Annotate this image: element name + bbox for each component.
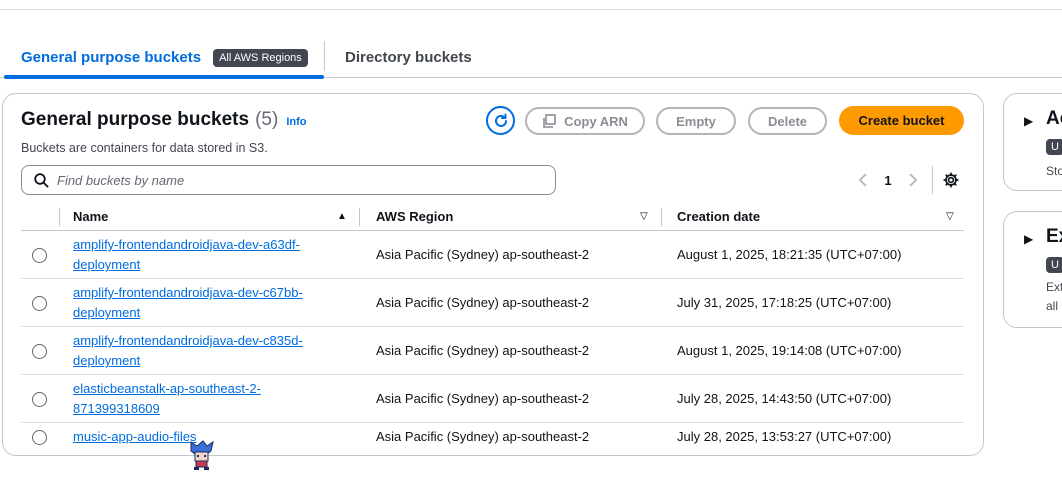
tab-directory-buckets[interactable]: Directory buckets xyxy=(345,38,472,77)
refresh-icon xyxy=(494,113,507,127)
sort-ascending-icon[interactable]: ▲ xyxy=(337,211,347,222)
create-bucket-button[interactable]: Create bucket xyxy=(839,106,964,135)
gear-icon xyxy=(943,172,959,188)
row-select-radio[interactable] xyxy=(32,392,47,407)
expand-caret-icon[interactable]: ▶ xyxy=(1024,114,1033,128)
previous-page-button[interactable] xyxy=(853,170,873,190)
table-row[interactable]: amplify-frontendandroidjava-dev-c835d-de… xyxy=(21,327,964,375)
table-header: Name ▲ AWS Region ▽ Creation date ▽ xyxy=(21,205,964,231)
column-divider xyxy=(661,208,662,226)
bucket-region: Asia Pacific (Sydney) ap-southeast-2 xyxy=(376,295,590,310)
panel-description: Buckets are containers for data stored i… xyxy=(21,141,268,155)
column-header-name[interactable]: Name xyxy=(73,209,108,224)
refresh-button[interactable] xyxy=(486,106,515,135)
all-regions-badge: All AWS Regions xyxy=(213,48,308,67)
active-tab-indicator xyxy=(4,75,324,79)
row-select-radio[interactable] xyxy=(32,248,47,263)
tab-general-purpose-buckets[interactable]: General purpose buckets All AWS Regions xyxy=(4,38,324,79)
column-divider xyxy=(359,208,360,226)
copy-arn-button[interactable]: Copy ARN xyxy=(525,107,645,135)
mouse-cursor-icon xyxy=(190,440,214,470)
tab-label: General purpose buckets xyxy=(21,49,202,66)
buckets-panel: General purpose buckets (5) Info Buckets… xyxy=(2,93,984,456)
bucket-count: (5) xyxy=(255,109,279,130)
side-panel-badge: U xyxy=(1046,139,1062,155)
panel-header: General purpose buckets (5) Info xyxy=(21,109,306,131)
row-select-radio[interactable] xyxy=(32,430,47,445)
side-panel-badge: U xyxy=(1046,257,1062,273)
chevron-right-icon xyxy=(909,173,918,187)
side-panel-external: ▶ Ex U Ext all xyxy=(1003,211,1062,328)
table-row[interactable]: amplify-frontendandroidjava-dev-a63df-de… xyxy=(21,231,964,279)
bucket-region: Asia Pacific (Sydney) ap-southeast-2 xyxy=(376,343,590,358)
bucket-name-link[interactable]: amplify-frontendandroidjava-dev-c835d-de… xyxy=(73,331,333,371)
side-panel-title[interactable]: Ex xyxy=(1046,226,1062,248)
row-select-radio[interactable] xyxy=(32,296,47,311)
side-panel-text: Ext xyxy=(1046,280,1062,294)
bucket-creation-date: July 31, 2025, 17:18:25 (UTC+07:00) xyxy=(677,295,892,310)
search-input[interactable] xyxy=(57,172,537,188)
bucket-name-link[interactable]: amplify-frontendandroidjava-dev-a63df-de… xyxy=(73,235,333,275)
info-link[interactable]: Info xyxy=(286,116,306,128)
sort-icon[interactable]: ▽ xyxy=(640,211,648,222)
bucket-type-tabs: General purpose buckets All AWS Regions … xyxy=(0,38,1062,79)
column-header-date[interactable]: Creation date xyxy=(677,209,760,224)
next-page-button[interactable] xyxy=(903,170,923,190)
bucket-region: Asia Pacific (Sydney) ap-southeast-2 xyxy=(376,391,590,406)
side-panel-text: all xyxy=(1046,299,1059,313)
bucket-creation-date: August 1, 2025, 19:14:08 (UTC+07:00) xyxy=(677,343,902,358)
empty-button[interactable]: Empty xyxy=(656,107,736,135)
search-box xyxy=(21,165,556,195)
bucket-creation-date: August 1, 2025, 18:21:35 (UTC+07:00) xyxy=(677,247,902,262)
sort-icon[interactable]: ▽ xyxy=(946,211,954,222)
side-panel-text: Sto xyxy=(1046,164,1062,178)
copy-icon xyxy=(542,114,556,128)
table-settings-button[interactable] xyxy=(942,171,960,189)
column-header-region[interactable]: AWS Region xyxy=(376,209,453,224)
bucket-name-link[interactable]: elasticbeanstalk-ap-southeast-2-87139931… xyxy=(73,379,293,419)
pager-divider xyxy=(932,166,933,194)
side-panel-title[interactable]: Ac xyxy=(1046,108,1062,130)
chevron-left-icon xyxy=(858,173,867,187)
search-icon xyxy=(34,172,49,187)
bucket-region: Asia Pacific (Sydney) ap-southeast-2 xyxy=(376,247,590,262)
pagination: 1 xyxy=(853,170,923,190)
copy-arn-label: Copy ARN xyxy=(564,113,628,129)
row-select-radio[interactable] xyxy=(32,344,47,359)
page-title: General purpose buckets xyxy=(21,109,250,130)
delete-button[interactable]: Delete xyxy=(748,107,827,135)
bucket-creation-date: July 28, 2025, 14:43:50 (UTC+07:00) xyxy=(677,391,892,406)
tab-divider xyxy=(324,41,325,71)
column-divider xyxy=(59,208,60,226)
table-row[interactable]: elasticbeanstalk-ap-southeast-2-87139931… xyxy=(21,375,964,423)
expand-caret-icon[interactable]: ▶ xyxy=(1024,232,1033,246)
bucket-region: Asia Pacific (Sydney) ap-southeast-2 xyxy=(376,429,590,444)
bucket-creation-date: July 28, 2025, 13:53:27 (UTC+07:00) xyxy=(677,429,892,444)
table-row[interactable]: amplify-frontendandroidjava-dev-c67bb-de… xyxy=(21,279,964,327)
top-divider xyxy=(0,9,1062,10)
current-page[interactable]: 1 xyxy=(873,173,903,188)
bucket-name-link[interactable]: amplify-frontendandroidjava-dev-c67bb-de… xyxy=(73,283,333,323)
table-row[interactable]: music-app-audio-files Asia Pacific (Sydn… xyxy=(21,423,964,453)
side-panel-account: ▶ Ac U Sto xyxy=(1003,93,1062,191)
